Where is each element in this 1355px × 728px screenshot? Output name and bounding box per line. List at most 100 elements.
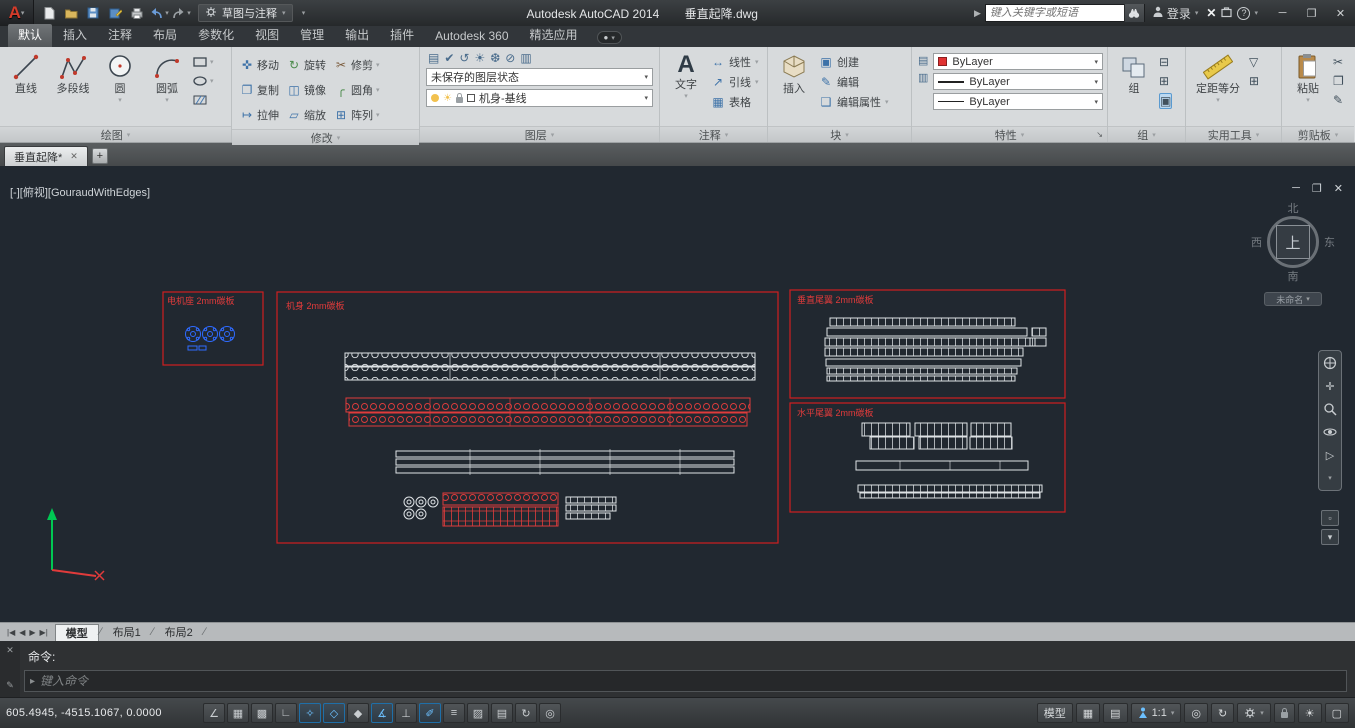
group-button[interactable]: 组 bbox=[1112, 50, 1156, 126]
mirror-button[interactable]: ◫ 镜像 bbox=[287, 82, 326, 98]
viewcube-wcs-menu[interactable]: 未命名 ▾ bbox=[1264, 292, 1322, 306]
save-as-button[interactable] bbox=[104, 3, 126, 23]
toggle-ortho-mode[interactable]: ∟ bbox=[275, 703, 297, 723]
copy-button[interactable]: ❐ 复制 bbox=[240, 82, 279, 98]
help-dropdown-icon[interactable]: ▾ bbox=[1254, 9, 1258, 17]
showmotion-icon[interactable]: ▷ bbox=[1322, 447, 1338, 463]
hatch-button[interactable] bbox=[192, 93, 214, 107]
quick-select-button[interactable]: ▽ bbox=[1249, 55, 1259, 69]
toggle-quick-properties[interactable]: ▤ bbox=[491, 703, 513, 723]
table-button[interactable]: ▦ 表格 bbox=[711, 94, 759, 110]
panel-strip-layers[interactable]: 图层 ▾ bbox=[420, 126, 659, 142]
ribbon-tab-plugins[interactable]: 插件 bbox=[380, 24, 424, 47]
search-binoculars-icon[interactable] bbox=[1123, 4, 1144, 22]
viewcube-west[interactable]: 西 bbox=[1251, 234, 1262, 250]
ribbon-tab-featured-apps[interactable]: 精选应用 bbox=[520, 24, 588, 47]
toggle-transparency[interactable]: ▨ bbox=[467, 703, 489, 723]
group-selection-toggle[interactable]: ▣ bbox=[1159, 93, 1173, 109]
command-customize-icon[interactable]: ✎ bbox=[6, 680, 14, 691]
clean-screen-button[interactable]: ▢ bbox=[1324, 703, 1349, 723]
pan-icon[interactable]: ✛ bbox=[1322, 378, 1338, 394]
navbar-menu-icon[interactable]: ▾ bbox=[1322, 470, 1338, 486]
doc-close-icon[interactable]: ✕ bbox=[1334, 182, 1343, 195]
ungroup-button[interactable]: ⊟ bbox=[1159, 55, 1172, 69]
quick-calculator-button[interactable]: ⊞ bbox=[1249, 74, 1259, 88]
layer-properties-icon[interactable]: ▤ bbox=[428, 51, 439, 65]
panel-strip-block[interactable]: 块 ▾ bbox=[768, 126, 911, 142]
text-button[interactable]: A 文字 ▾ bbox=[664, 50, 708, 126]
toggle-dynamic-input[interactable]: ✐ bbox=[419, 703, 441, 723]
plot-button[interactable] bbox=[126, 3, 148, 23]
ribbon-tab-annotate[interactable]: 注释 bbox=[98, 24, 142, 47]
layer-dropdown[interactable]: ☀ 机身-基线 ▾ bbox=[426, 89, 653, 107]
viewcube-north[interactable]: 北 bbox=[1247, 200, 1339, 216]
orbit-icon[interactable] bbox=[1322, 424, 1338, 440]
circle-button[interactable]: 圆 ▾ bbox=[98, 50, 142, 126]
panel-strip-group[interactable]: 组 ▾ bbox=[1108, 126, 1185, 142]
new-drawing-button[interactable] bbox=[38, 3, 60, 23]
doc-minimize-icon[interactable]: ─ bbox=[1292, 182, 1300, 195]
panel-strip-modify[interactable]: 修改 ▾ bbox=[232, 129, 419, 145]
tab-layout2[interactable]: 布局2 bbox=[155, 624, 203, 641]
file-tab-close-icon[interactable]: ✕ bbox=[70, 151, 78, 162]
layout-nav-arrows[interactable]: |◀ ◀ ▶ ▶| bbox=[0, 628, 55, 637]
drawing-viewport[interactable]: [-][俯视][GouraudWithEdges] ─ ❐ ✕ 电机座 2mm碳… bbox=[0, 166, 1355, 622]
tab-layout1[interactable]: 布局1 bbox=[103, 624, 151, 641]
application-menu-button[interactable]: A ▾ bbox=[0, 0, 34, 26]
viewcube-south[interactable]: 南 bbox=[1247, 268, 1339, 284]
ribbon-tab-view[interactable]: 视图 bbox=[245, 24, 289, 47]
copy-clip-button[interactable]: ❐ bbox=[1333, 74, 1344, 88]
nav-extra-top-icon[interactable]: ▫ bbox=[1321, 510, 1339, 526]
toggle-dynamic-ucs[interactable]: ⊥ bbox=[395, 703, 417, 723]
linetype-dropdown[interactable]: ByLayer ▾ bbox=[933, 93, 1103, 110]
qat-customize-button[interactable]: ▾ bbox=[293, 3, 315, 23]
group-edit-button[interactable]: ⊞ bbox=[1159, 74, 1172, 88]
panel-strip-properties[interactable]: 特性 ▾ ↘ bbox=[912, 126, 1107, 142]
polyline-button[interactable]: 多段线 bbox=[51, 50, 95, 126]
model-space-button[interactable]: 模型 bbox=[1036, 703, 1073, 723]
viewcube-ring[interactable]: 上 bbox=[1267, 216, 1319, 268]
minimize-button[interactable]: ─ bbox=[1268, 2, 1297, 24]
scale-button[interactable]: ▱ 缩放 bbox=[287, 107, 326, 123]
panel-strip-utilities[interactable]: 实用工具 ▾ bbox=[1186, 126, 1281, 142]
open-button[interactable] bbox=[60, 3, 82, 23]
ribbon-tab-layout[interactable]: 布局 bbox=[143, 24, 187, 47]
search-input[interactable] bbox=[985, 7, 1124, 19]
help-icon[interactable]: ? bbox=[1237, 6, 1251, 20]
ribbon-display-options-button[interactable]: ● ▾ bbox=[596, 31, 622, 44]
panel-strip-draw[interactable]: 绘图 ▾ bbox=[0, 126, 231, 142]
quick-view-drawings-icon[interactable]: ▤ bbox=[1103, 703, 1128, 723]
layer-freeze-icon[interactable]: ⊘ bbox=[505, 51, 515, 65]
rotate-button[interactable]: ↻ 旋转 bbox=[287, 57, 326, 73]
command-input[interactable] bbox=[40, 674, 1341, 688]
cad-canvas[interactable] bbox=[0, 166, 1355, 622]
toggle-grid-display[interactable]: ▩ bbox=[251, 703, 273, 723]
redo-button[interactable]: ▾ bbox=[170, 3, 192, 23]
nav-extra-bottom-icon[interactable]: ▾ bbox=[1321, 529, 1339, 545]
exchange-apps-icon[interactable] bbox=[1220, 6, 1233, 21]
cut-button[interactable]: ✂ bbox=[1333, 55, 1344, 69]
match-properties-icon[interactable]: ▤ bbox=[918, 54, 928, 67]
array-button[interactable]: ⊞ 阵列 ▾ bbox=[334, 107, 380, 123]
file-tab-active[interactable]: 垂直起降* ✕ bbox=[4, 146, 88, 166]
viewcube-east[interactable]: 东 bbox=[1324, 234, 1335, 250]
object-color-dropdown[interactable]: ByLayer ▾ bbox=[933, 53, 1103, 70]
linear-dimension-button[interactable]: ↔ 线性 ▾ bbox=[711, 54, 759, 70]
viewcube-top-face[interactable]: 上 bbox=[1276, 225, 1310, 259]
trim-button[interactable]: ✂ 修剪 ▾ bbox=[334, 57, 380, 73]
layer-unisolate-icon[interactable]: ❆ bbox=[490, 51, 500, 65]
toggle-3d-object-snap[interactable]: ◆ bbox=[347, 703, 369, 723]
ribbon-tab-parametric[interactable]: 参数化 bbox=[188, 24, 244, 47]
lineweight-dropdown[interactable]: ByLayer ▾ bbox=[933, 73, 1103, 90]
steering-wheel-icon[interactable] bbox=[1322, 355, 1338, 371]
toggle-annotation-monitor[interactable]: ◎ bbox=[539, 703, 561, 723]
new-file-tab-button[interactable]: + bbox=[91, 148, 108, 164]
signin-group[interactable]: 登录 ▾ bbox=[1153, 5, 1198, 22]
doc-restore-icon[interactable]: ❐ bbox=[1312, 182, 1322, 195]
save-button[interactable] bbox=[82, 3, 104, 23]
zoom-icon[interactable] bbox=[1322, 401, 1338, 417]
paste-button[interactable]: 粘贴 ▾ bbox=[1286, 50, 1330, 126]
toggle-object-snap-tracking[interactable]: ∡ bbox=[371, 703, 393, 723]
layer-isolate-icon[interactable]: ☀ bbox=[474, 51, 485, 65]
ribbon-tab-insert[interactable]: 插入 bbox=[53, 24, 97, 47]
